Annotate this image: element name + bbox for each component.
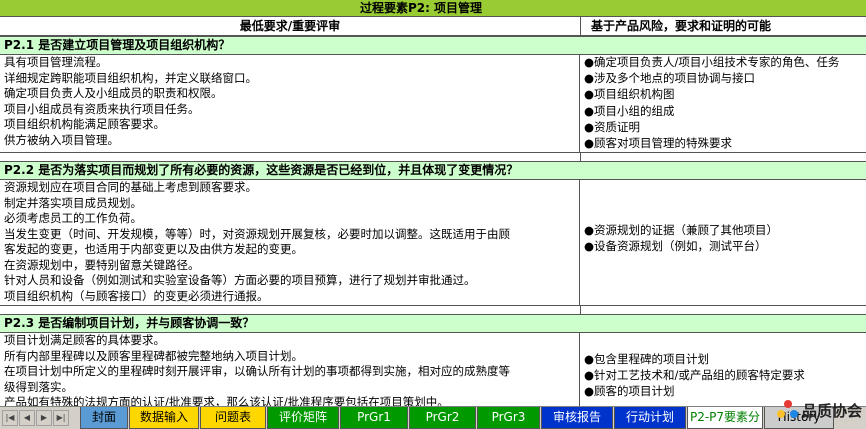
req-line: 当发生变更（时间、开发规模，等等）时，对资源规划开展复核，必要时加以调整。这既适… bbox=[4, 226, 510, 241]
sheet-nav-arrows: |◀ ◀ ▶ ▶| bbox=[2, 410, 74, 427]
section-title[interactable]: P2.1 是否建立项目管理及项目组织机构？ bbox=[0, 36, 866, 55]
req-line: 级得到落实。 bbox=[4, 379, 73, 394]
sheet-tab[interactable]: PrGr1 bbox=[340, 407, 408, 429]
req-line: 项目组织机构（与顾客接口）的变更必须进行通报。 bbox=[4, 288, 269, 303]
next-sheet-icon[interactable]: ▶ bbox=[36, 410, 52, 426]
req-line: 资源规划应在项目合同的基础上考虑到顾客要求。 bbox=[4, 180, 257, 194]
sheet-tab[interactable]: 数据输入 bbox=[129, 407, 199, 429]
sheet-tab[interactable]: 行动计划 bbox=[614, 407, 686, 429]
req-line: 具有项目管理流程。 bbox=[4, 55, 108, 69]
sheet-tab[interactable]: 封面 bbox=[80, 407, 128, 429]
section-title[interactable]: P2.2 是否为落实项目而规划了所有必要的资源，这些资源是否已经到位，并且体现了… bbox=[0, 161, 866, 180]
section-title[interactable]: P2.3 是否编制项目计划，并与顾客协调一致？ bbox=[0, 314, 866, 333]
section-body: 具有项目管理流程。 详细规定跨职能项目组织机构，并定义联络窗口。 确定项目负责人… bbox=[0, 54, 866, 152]
req-line: 项目计划满足顾客的具体要求。 bbox=[4, 333, 165, 347]
requirements-cell[interactable]: 具有项目管理流程。 详细规定跨职能项目组织机构，并定义联络窗口。 确定项目负责人… bbox=[0, 54, 580, 152]
last-sheet-icon[interactable]: ▶| bbox=[53, 410, 69, 426]
req-line: 详细规定跨职能项目组织机构，并定义联络窗口。 bbox=[4, 70, 257, 85]
req-line: 项目组织机构能满足顾客要求。 bbox=[4, 117, 165, 131]
req-line: 在项目计划中所定义的里程碑时刻开展评审，以确认所有计划的事项都得到实施，相对应的… bbox=[4, 364, 510, 378]
req-line: 供方被纳入项目管理。 bbox=[4, 132, 119, 147]
section-body: 项目计划满足顾客的具体要求。 所有内部里程碑以及顾客里程碑都被完整地纳入项目计划… bbox=[0, 332, 866, 406]
requirements-header: 最低要求/重要评审 bbox=[0, 17, 581, 36]
section-title-row: P2.2 是否为落实项目而规划了所有必要的资源，这些资源是否已经到位，并且体现了… bbox=[0, 161, 866, 180]
risk-line: ●项目组织机构图 bbox=[584, 87, 675, 102]
requirements-cell[interactable]: 资源规划应在项目合同的基础上考虑到顾客要求。 制定并落实项目成员规划。 必须考虑… bbox=[0, 179, 580, 305]
req-line: 必须考虑员工的工作负荷。 bbox=[4, 211, 142, 225]
section-body: 资源规划应在项目合同的基础上考虑到顾客要求。 制定并落实项目成员规划。 必须考虑… bbox=[0, 179, 866, 305]
req-line: 产品如有特殊的法规方面的认证/批准要求，那么该认证/批准程序要包括在项目策划中。 bbox=[4, 395, 449, 406]
req-line: 针对人员和设备（例如测试和实验室设备等）方面必要的项目预算，进行了规划并审批通过… bbox=[4, 273, 476, 287]
req-line: 项目小组成员有资质来执行项目任务。 bbox=[4, 101, 200, 116]
sheet-tab[interactable]: 审核报告 bbox=[541, 407, 613, 429]
risk-line: ●确定项目负责人/项目小组技术专家的角色、任务 bbox=[584, 55, 840, 69]
first-sheet-icon[interactable]: |◀ bbox=[2, 410, 18, 426]
prev-sheet-icon[interactable]: ◀ bbox=[19, 410, 35, 426]
sheet-tab[interactable]: 问题表 bbox=[200, 407, 266, 429]
section-title-row: P2.3 是否编制项目计划，并与顾客协调一致？ bbox=[0, 314, 866, 333]
risk-line: ●资质证明 bbox=[584, 119, 641, 134]
risk-line: ●针对工艺技术和/或产品组的顾客特定要求 bbox=[584, 368, 805, 383]
risk-header: 基于产品风险，要求和证明的可能 bbox=[591, 19, 772, 33]
req-line: 客发起的变更，也适用于内部变更以及由供方发起的变更。 bbox=[4, 242, 303, 256]
brand-logo: 品质协会 bbox=[748, 392, 866, 429]
sheet-tab[interactable]: PrGr3 bbox=[477, 407, 540, 429]
column-header-row: 最低要求/重要评审 基于产品风险，要求和证明的可能 bbox=[0, 17, 866, 36]
sheet-title: 过程要素P2: 项目管理 bbox=[359, 1, 483, 15]
sheet-tab-bar: |◀ ◀ ▶ ▶| 封面 数据输入 问题表 评价矩阵 PrGr1 PrGr2 PrGr3 审核… bbox=[0, 406, 866, 429]
risk-line: ●包含里程碑的项目计划 bbox=[584, 352, 710, 366]
risk-line: ●顾客对项目管理的特殊要求 bbox=[584, 136, 733, 151]
spreadsheet-grid: 过程要素P2: 项目管理 最低要求/重要评审 基于产品风险，要求和证明的可能 P… bbox=[0, 0, 866, 406]
req-line: 所有内部里程碑以及顾客里程碑都被完整地纳入项目计划。 bbox=[4, 348, 303, 363]
req-line: 制定并落实项目成员规划。 bbox=[4, 195, 142, 210]
sheet-tab[interactable]: 评价矩阵 bbox=[267, 407, 339, 429]
risk-line: ●设备资源规划（例如，测试平台） bbox=[584, 239, 767, 254]
risk-line: ●项目小组的组成 bbox=[584, 103, 675, 118]
sheet-title-row: 过程要素P2: 项目管理 bbox=[0, 0, 866, 17]
risk-line: ●涉及多个地点的项目协调与接口 bbox=[584, 71, 756, 86]
req-line: 确定项目负责人及小组成员的职责和权限。 bbox=[4, 86, 223, 100]
risk-cell[interactable]: ●确定项目负责人/项目小组技术专家的角色、任务 ●涉及多个地点的项目协调与接口 … bbox=[581, 54, 866, 151]
logo-mark-icon bbox=[776, 399, 799, 422]
section-title-row: P2.1 是否建立项目管理及项目组织机构？ bbox=[0, 36, 866, 55]
sheet-tab[interactable]: PrGr2 bbox=[409, 407, 476, 429]
logo-text: 品质协会 bbox=[801, 402, 862, 420]
risk-line: ●资源规划的证据（兼顾了其他项目） bbox=[584, 223, 779, 237]
requirements-cell[interactable]: 项目计划满足顾客的具体要求。 所有内部里程碑以及顾客里程碑都被完整地纳入项目计划… bbox=[0, 332, 580, 406]
req-line: 在资源规划中，要特别留意关键路径。 bbox=[4, 257, 200, 272]
risk-cell[interactable]: ●资源规划的证据（兼顾了其他项目） ●设备资源规划（例如，测试平台） bbox=[581, 222, 866, 254]
